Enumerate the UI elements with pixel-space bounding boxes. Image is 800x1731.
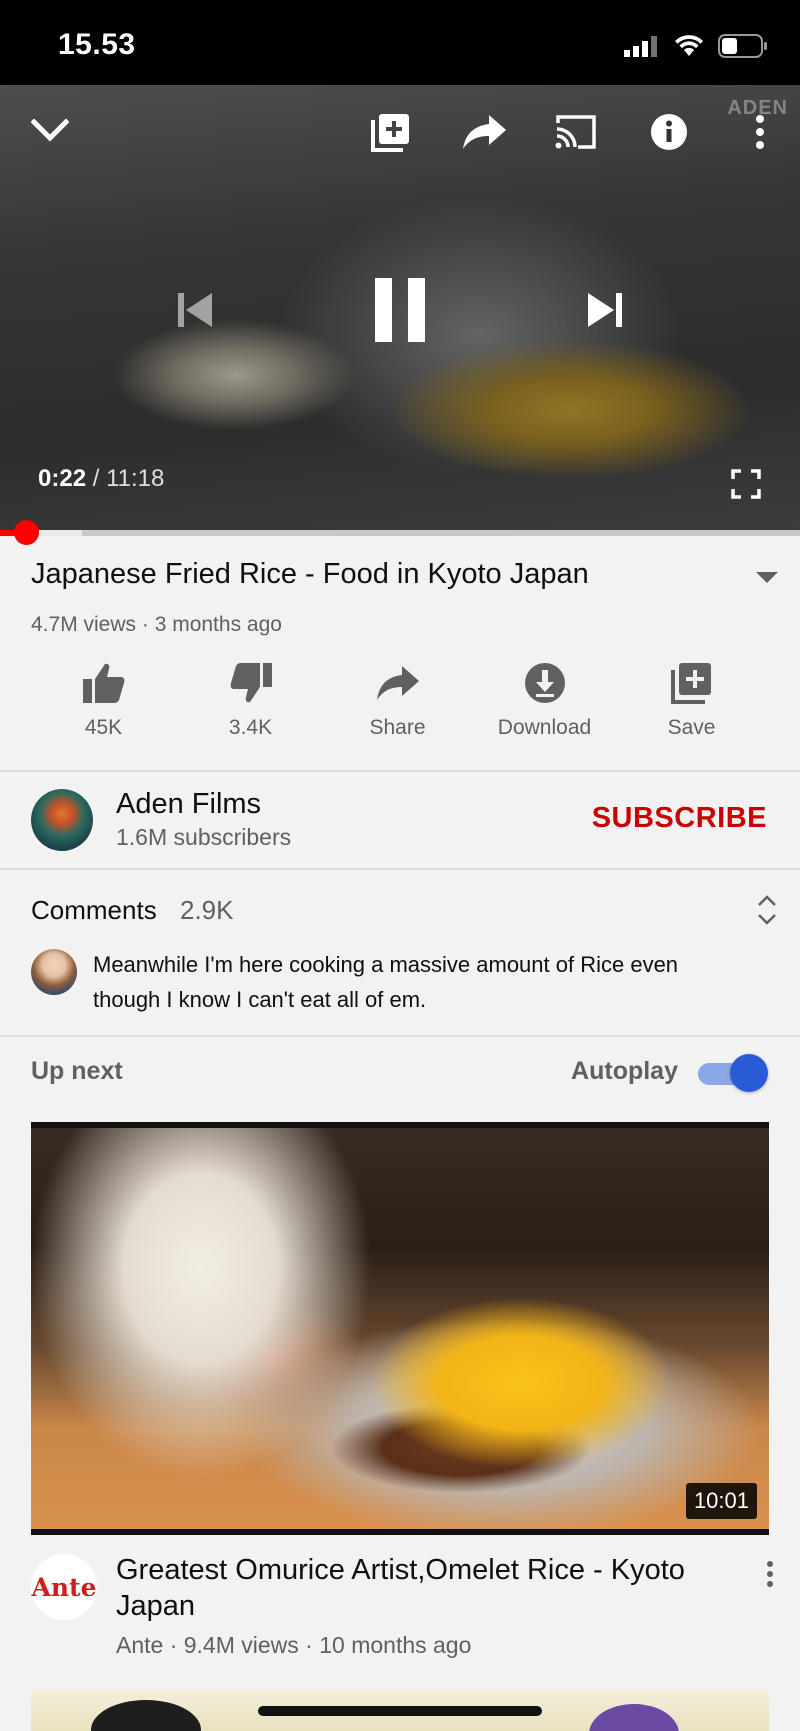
thumbs-up-icon xyxy=(82,663,124,703)
video-player[interactable]: ADEN 0:22 / 11:18 xyxy=(0,85,800,535)
status-time: 15.53 xyxy=(58,28,136,61)
video-meta: 4.7M views · 3 months ago xyxy=(31,613,282,636)
recommended-video-meta: Ante · 9.4M views · 10 months ago xyxy=(116,1632,472,1658)
wifi-icon xyxy=(675,35,703,56)
save-label: Save xyxy=(667,716,716,739)
time-readout: 0:22 / 11:18 xyxy=(38,465,164,493)
status-icons xyxy=(624,34,768,58)
comments-title[interactable]: Comments xyxy=(31,895,157,926)
share-icon xyxy=(376,666,419,700)
expand-comments-button[interactable] xyxy=(756,893,778,932)
chevron-down-icon xyxy=(31,119,69,142)
autoplay-toggle[interactable] xyxy=(698,1054,768,1092)
seek-bar-handle[interactable] xyxy=(14,520,40,545)
pause-icon xyxy=(375,278,425,342)
more-options-button[interactable] xyxy=(740,107,780,157)
skip-previous-icon xyxy=(178,293,212,327)
comments-count: 2.9K xyxy=(180,895,234,925)
video-title[interactable]: Japanese Fried Rice - Food in Kyoto Japa… xyxy=(31,558,589,591)
commenter-avatar[interactable] xyxy=(31,949,77,995)
recommended-video-thumbnail[interactable]: 10:01 xyxy=(31,1122,769,1535)
save-button[interactable]: Save xyxy=(618,660,765,740)
action-row: 45K 3.4K Share Download Save xyxy=(30,660,765,740)
autoplay-label: Autoplay xyxy=(571,1057,678,1085)
like-button[interactable]: 45K xyxy=(30,660,177,740)
share-label: Share xyxy=(369,716,426,739)
next-button[interactable] xyxy=(580,285,630,335)
download-icon xyxy=(524,663,565,703)
skip-next-icon xyxy=(588,293,622,327)
like-count: 45K xyxy=(84,716,123,739)
autoplay-toggle-knob xyxy=(730,1054,768,1092)
share-player-button[interactable] xyxy=(458,107,510,157)
home-indicator[interactable] xyxy=(258,1706,542,1716)
seek-bar[interactable] xyxy=(0,520,800,545)
cast-button[interactable] xyxy=(550,107,602,157)
divider xyxy=(0,770,800,772)
recommended-video-menu-button[interactable] xyxy=(766,1560,774,1593)
fullscreen-button[interactable] xyxy=(722,460,770,508)
channel-avatar[interactable] xyxy=(31,789,93,851)
info-icon xyxy=(651,114,687,150)
download-label: Download xyxy=(497,716,592,739)
up-next-label: Up next xyxy=(31,1057,123,1085)
more-vert-icon xyxy=(767,1561,773,1587)
share-icon xyxy=(463,115,506,149)
channel-subscriber-count: 1.6M subscribers xyxy=(116,824,292,850)
previous-button[interactable] xyxy=(170,285,220,335)
unfold-more-icon xyxy=(758,895,776,925)
add-to-playlist-button[interactable] xyxy=(366,107,416,157)
time-separator: / xyxy=(86,465,107,492)
pause-button[interactable] xyxy=(365,270,435,350)
total-duration: 11:18 xyxy=(106,465,165,492)
top-comment-text[interactable]: Meanwhile I'm here cooking a massive amo… xyxy=(93,947,733,1017)
divider xyxy=(0,1035,800,1037)
recommended-channel-avatar[interactable]: Ante xyxy=(31,1554,97,1620)
info-button[interactable] xyxy=(644,107,694,157)
add-to-playlist-icon xyxy=(371,114,409,152)
fullscreen-icon xyxy=(731,469,761,499)
expand-description-icon[interactable] xyxy=(756,572,778,583)
subscribe-button[interactable]: SUBSCRIBE xyxy=(592,802,767,835)
download-button[interactable]: Download xyxy=(471,660,618,740)
status-bar: 15.53 xyxy=(0,0,800,85)
more-vert-icon xyxy=(756,115,764,149)
save-icon xyxy=(670,663,711,704)
dislike-button[interactable]: 3.4K xyxy=(177,660,324,740)
battery-icon xyxy=(718,34,767,58)
channel-logo-text: Ante xyxy=(31,1572,97,1602)
dislike-count: 3.4K xyxy=(228,716,273,739)
channel-name[interactable]: Aden Films xyxy=(116,788,261,821)
recommended-video-title[interactable]: Greatest Omurice Artist,Omelet Rice - Ky… xyxy=(116,1552,726,1624)
cellular-signal-icon xyxy=(624,36,657,57)
thumbnail-duration-badge: 10:01 xyxy=(685,1483,757,1519)
divider xyxy=(0,868,800,870)
thumbs-down-icon xyxy=(230,663,272,703)
cast-icon xyxy=(555,115,596,149)
current-time: 0:22 xyxy=(38,465,87,492)
minimize-button[interactable] xyxy=(26,107,74,155)
share-button[interactable]: Share xyxy=(324,660,471,740)
